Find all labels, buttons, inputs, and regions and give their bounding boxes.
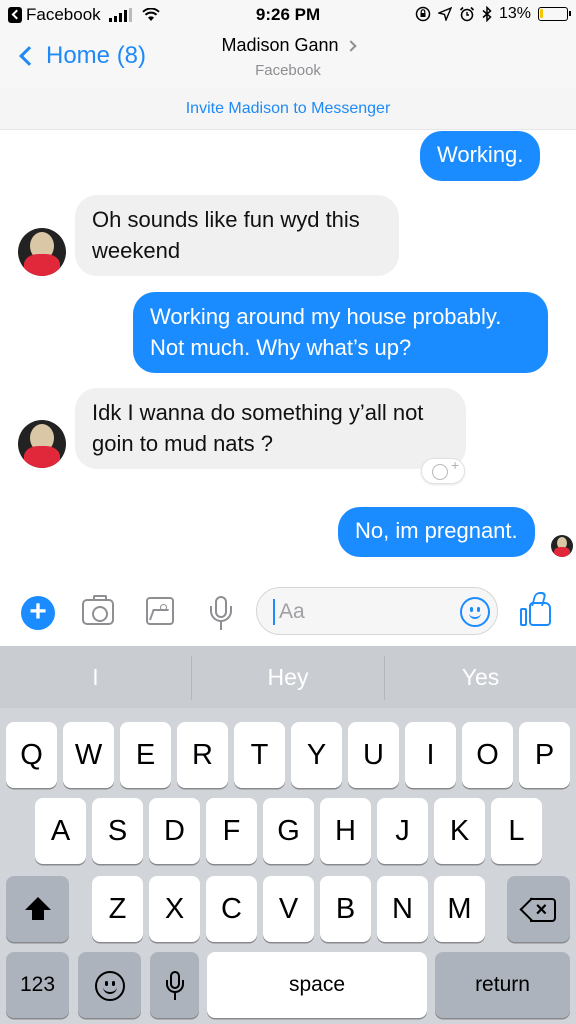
key-e[interactable]: E — [120, 722, 171, 788]
message-placeholder: Aa — [279, 600, 305, 623]
emoji-icon[interactable] — [460, 597, 490, 627]
key-d[interactable]: D — [149, 798, 200, 864]
key-m[interactable]: M — [434, 876, 485, 942]
key-g[interactable]: G — [263, 798, 314, 864]
text-caret — [273, 599, 275, 625]
key-j[interactable]: J — [377, 798, 428, 864]
battery-level — [540, 9, 543, 18]
key-y[interactable]: Y — [291, 722, 342, 788]
key-p[interactable]: P — [519, 722, 570, 788]
message-text-line: goin to mud nats ? — [92, 431, 274, 456]
message-text-line: Idk I wanna do something y’all not — [92, 400, 424, 425]
message-text-line: Not much. Why what’s up? — [150, 335, 412, 360]
chevron-right-icon — [344, 39, 357, 52]
composer-bar: + Aa — [0, 580, 576, 646]
key-q[interactable]: Q — [6, 722, 57, 788]
plus-icon[interactable]: + — [21, 596, 55, 630]
shift-key[interactable] — [6, 876, 69, 942]
key-c[interactable]: C — [206, 876, 257, 942]
suggestion-bar: I Hey Yes — [0, 646, 576, 708]
invite-banner[interactable]: Invite Madison to Messenger — [0, 88, 576, 130]
thumbs-up-icon[interactable] — [520, 594, 554, 628]
key-z[interactable]: Z — [92, 876, 143, 942]
key-b[interactable]: B — [320, 876, 371, 942]
key-o[interactable]: O — [462, 722, 513, 788]
delete-key[interactable]: × — [507, 876, 570, 942]
delete-icon: × — [518, 897, 556, 923]
message-incoming[interactable]: Idk I wanna do something y’all not goin … — [75, 388, 466, 469]
key-l[interactable]: L — [491, 798, 542, 864]
message-text-line: Oh sounds like fun wyd this — [92, 207, 360, 232]
message-text-line: weekend — [92, 238, 181, 263]
key-r[interactable]: R — [177, 722, 228, 788]
avatar[interactable] — [18, 228, 66, 276]
camera-icon[interactable] — [82, 595, 114, 625]
battery-icon — [538, 7, 571, 21]
message-text: No, im pregnant. — [355, 518, 518, 543]
add-reaction-icon[interactable]: + — [421, 457, 465, 484]
contact-header[interactable]: Madison Gann Facebook — [0, 35, 576, 79]
keyboard: I Hey Yes Q W E R T Y U I O P A S D F G … — [0, 646, 576, 1024]
message-outgoing[interactable]: Working. — [420, 131, 541, 181]
avatar[interactable] — [18, 420, 66, 468]
key-x[interactable]: X — [149, 876, 200, 942]
message-incoming[interactable]: Oh sounds like fun wyd this weekend — [75, 195, 399, 276]
navigation-bar: Home (8) Madison Gann Facebook — [0, 30, 576, 88]
numbers-key[interactable]: 123 — [6, 952, 69, 1018]
key-n[interactable]: N — [377, 876, 428, 942]
message-text-line: Working around my house probably. — [150, 304, 502, 329]
status-indicators: 13% — [415, 5, 571, 23]
battery-percent: 13% — [498, 5, 531, 22]
return-key[interactable]: return — [435, 952, 570, 1018]
status-bar: Facebook 9:26 PM 13% — [0, 0, 576, 30]
read-receipt-avatar — [551, 535, 573, 557]
location-arrow-icon — [437, 7, 452, 21]
microphone-icon — [165, 971, 184, 1001]
key-w[interactable]: W — [63, 722, 114, 788]
key-f[interactable]: F — [206, 798, 257, 864]
message-input[interactable]: Aa — [256, 587, 498, 635]
microphone-icon[interactable] — [210, 596, 232, 630]
bluetooth-icon — [482, 6, 492, 22]
key-u[interactable]: U — [348, 722, 399, 788]
image-icon[interactable] — [146, 597, 174, 625]
contact-name: Madison Gann — [221, 35, 339, 55]
shift-icon — [24, 897, 51, 923]
message-text: Working. — [437, 142, 524, 167]
dictation-key[interactable] — [150, 952, 199, 1018]
key-a[interactable]: A — [35, 798, 86, 864]
key-i[interactable]: I — [405, 722, 456, 788]
suggestion-item[interactable]: I — [0, 646, 191, 708]
lock-rotation-icon — [415, 6, 431, 22]
key-h[interactable]: H — [320, 798, 371, 864]
suggestion-item[interactable]: Hey — [192, 646, 384, 708]
key-s[interactable]: S — [92, 798, 143, 864]
key-t[interactable]: T — [234, 722, 285, 788]
message-outgoing[interactable]: No, im pregnant. — [338, 507, 535, 557]
suggestion-item[interactable]: Yes — [385, 646, 576, 708]
alarm-icon — [459, 6, 475, 22]
emoji-key[interactable] — [78, 952, 141, 1018]
key-v[interactable]: V — [263, 876, 314, 942]
contact-subtitle: Facebook — [255, 62, 321, 79]
key-k[interactable]: K — [434, 798, 485, 864]
message-outgoing[interactable]: Working around my house probably. Not mu… — [133, 292, 548, 373]
space-key[interactable]: space — [207, 952, 427, 1018]
emoji-icon — [94, 971, 125, 1002]
